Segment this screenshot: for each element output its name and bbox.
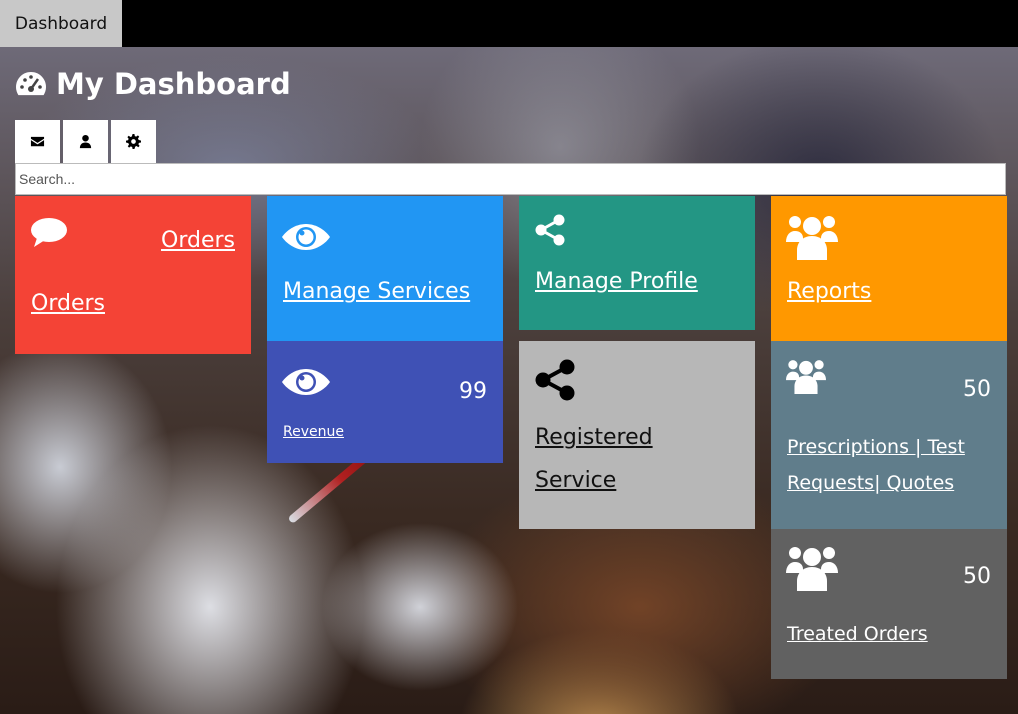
tile-treated-orders[interactable]: 50 Treated Orders: [771, 529, 1007, 679]
search-input[interactable]: [15, 163, 1006, 195]
orders-link-bottom[interactable]: Orders: [31, 291, 105, 316]
reports-link[interactable]: Reports: [787, 279, 871, 304]
share-icon: [535, 214, 565, 246]
eye-icon: [282, 224, 330, 250]
prescriptions-count: 50: [963, 377, 991, 402]
tile-registered-service[interactable]: Registered Service: [519, 341, 755, 529]
prescriptions-link-line2[interactable]: Requests| Quotes: [787, 472, 954, 494]
revenue-link[interactable]: Revenue: [283, 424, 344, 440]
comment-icon: [31, 218, 67, 247]
user-icon: [79, 134, 92, 149]
page-title-text: My Dashboard: [56, 67, 291, 101]
treated-orders-count: 50: [963, 564, 991, 589]
revenue-count: 99: [459, 379, 487, 404]
tile-manage-services[interactable]: Manage Services: [267, 196, 503, 341]
users-icon: [786, 216, 838, 260]
messages-button[interactable]: [15, 120, 60, 163]
envelope-icon: [30, 136, 45, 147]
tile-orders[interactable]: Orders Orders: [15, 196, 251, 354]
tile-revenue[interactable]: 99 Revenue: [267, 341, 503, 463]
share-icon: [535, 359, 575, 401]
registered-service-link-line1[interactable]: Registered: [535, 425, 653, 450]
gear-icon: [126, 134, 141, 149]
tab-dashboard[interactable]: Dashboard: [0, 0, 122, 47]
toolbar: [15, 120, 159, 163]
treated-orders-link[interactable]: Treated Orders: [787, 623, 928, 645]
page-title: My Dashboard: [15, 64, 291, 104]
users-icon: [786, 547, 838, 591]
tile-manage-profile[interactable]: Manage Profile: [519, 196, 755, 330]
manage-profile-link[interactable]: Manage Profile: [535, 269, 698, 294]
registered-service-link-line2[interactable]: Service: [535, 468, 616, 493]
tile-prescriptions[interactable]: 50 Prescriptions | Test Requests| Quotes: [771, 341, 1007, 529]
top-bar: Dashboard: [0, 0, 1018, 47]
tachometer-icon: [16, 72, 46, 96]
eye-icon: [282, 369, 330, 395]
users-icon: [786, 360, 826, 394]
tile-reports[interactable]: Reports: [771, 196, 1007, 341]
settings-button[interactable]: [111, 120, 156, 163]
orders-link-top[interactable]: Orders: [161, 228, 235, 253]
prescriptions-link-line1[interactable]: Prescriptions | Test: [787, 436, 965, 458]
profile-button[interactable]: [63, 120, 108, 163]
manage-services-link[interactable]: Manage Services: [283, 279, 470, 304]
